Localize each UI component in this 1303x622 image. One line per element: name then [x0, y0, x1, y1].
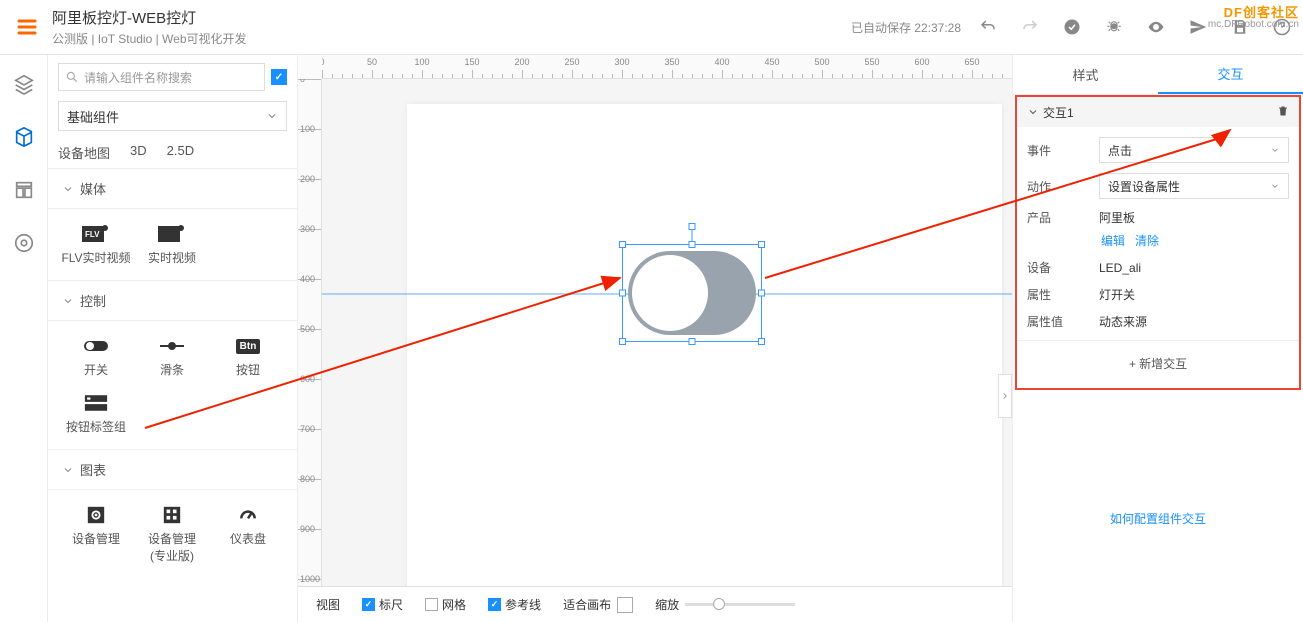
attr-value: 灯开关 [1099, 286, 1289, 303]
component-switch[interactable]: 开关 [58, 331, 134, 378]
clear-link[interactable]: 清除 [1135, 234, 1159, 248]
action-label: 动作 [1027, 178, 1099, 195]
preview-button[interactable] [1147, 18, 1165, 36]
component-dev-mgmt[interactable]: 设备管理 [58, 500, 134, 564]
page-title: 阿里板控灯-WEB控灯 [52, 7, 247, 28]
search-placeholder: 请输入组件名称搜索 [84, 69, 192, 86]
fit-canvas[interactable]: 适合画布 [563, 596, 611, 613]
attr-label: 属性 [1027, 286, 1099, 303]
button-icon: Btn [210, 331, 286, 361]
dev-mgmt-pro-icon [134, 500, 210, 530]
chevron-down-icon [1027, 106, 1039, 118]
event-label: 事件 [1027, 142, 1099, 159]
interaction-panel: 交互1 事件 点击 动作 设置设备属性 产品 阿里板 编辑清除 设备 LED_a… [1015, 95, 1301, 390]
redo-button[interactable] [1021, 18, 1039, 36]
resize-handle[interactable] [758, 241, 765, 248]
component-category-select[interactable]: 基础组件 [58, 101, 287, 131]
rail-layers-icon[interactable] [13, 73, 35, 98]
horizontal-ruler: 0501001502002503003504004505005506006507… [322, 55, 1012, 79]
device-value: LED_ali [1099, 261, 1289, 275]
category-label: 基础组件 [67, 107, 119, 126]
switch-icon [58, 331, 134, 361]
component-search-input[interactable]: 请输入组件名称搜索 [58, 63, 265, 91]
chevron-down-icon [62, 183, 74, 195]
search-icon [65, 70, 79, 84]
chevron-down-icon [62, 464, 74, 476]
resize-handle[interactable] [758, 290, 765, 297]
category-chart[interactable]: 图表 [48, 449, 297, 490]
component-button[interactable]: Btn 按钮 [210, 331, 286, 378]
resize-handle[interactable] [758, 338, 765, 345]
attrv-label: 属性值 [1027, 313, 1099, 330]
check-button[interactable] [1063, 18, 1081, 36]
category-media[interactable]: 媒体 [48, 168, 297, 209]
collapse-right-panel[interactable] [998, 374, 1012, 418]
view-mode-map[interactable]: 设备地图 [58, 143, 110, 162]
help-link[interactable]: 如何配置组件交互 [1013, 510, 1303, 527]
interaction-header[interactable]: 交互1 [1017, 97, 1299, 127]
event-select[interactable]: 点击 [1099, 137, 1289, 163]
toggle-ruler[interactable]: ✓标尺 [362, 596, 403, 613]
resize-handle[interactable] [619, 290, 626, 297]
add-interaction[interactable]: + 新增交互 [1017, 340, 1299, 378]
attrv-value: 动态来源 [1099, 313, 1289, 330]
rail-structure-icon[interactable] [13, 179, 35, 204]
view-mode-25d[interactable]: 2.5D [167, 143, 194, 162]
selection-box[interactable] [622, 244, 762, 342]
flv-video-icon: FLV [58, 219, 134, 249]
watermark: DF创客社区 mc.DFRobot.com.cn [1208, 2, 1299, 30]
tab-style[interactable]: 样式 [1013, 55, 1158, 94]
edit-link[interactable]: 编辑 [1101, 234, 1125, 248]
gauge-icon [210, 500, 286, 530]
device-label: 设备 [1027, 259, 1099, 276]
delete-interaction-icon[interactable] [1277, 105, 1289, 120]
category-control[interactable]: 控制 [48, 280, 297, 321]
vertical-ruler: 010020030040050060070080090010001100 [298, 79, 322, 586]
breadcrumb: 公测版 | IoT Studio | Web可视化开发 [52, 30, 247, 47]
zoom-slider[interactable] [685, 603, 795, 606]
undo-button[interactable] [979, 18, 997, 36]
resize-handle[interactable] [619, 338, 626, 345]
resize-handle[interactable] [619, 241, 626, 248]
toggle-grid[interactable]: 网格 [425, 596, 466, 613]
product-label: 产品 [1027, 209, 1099, 226]
autosave-status: 已自动保存 22:37:28 [851, 19, 961, 36]
bug-button[interactable] [1105, 18, 1123, 36]
action-select[interactable]: 设置设备属性 [1099, 173, 1289, 199]
rail-components-icon[interactable] [13, 126, 35, 151]
rotate-handle[interactable] [689, 223, 696, 230]
fit-icon[interactable] [617, 597, 633, 613]
component-dev-mgmt-pro[interactable]: 设备管理 (专业版) [134, 500, 210, 564]
product-value: 阿里板 [1099, 209, 1289, 226]
component-slider[interactable]: 滑条 [134, 331, 210, 378]
send-button[interactable] [1189, 18, 1207, 36]
chevron-down-icon [266, 110, 278, 122]
chevron-down-icon [62, 295, 74, 307]
component-gauge[interactable]: 仪表盘 [210, 500, 286, 564]
svg-text:FLV: FLV [85, 230, 100, 239]
tab-interaction[interactable]: 交互 [1158, 55, 1303, 94]
viewbar-label: 视图 [316, 596, 340, 613]
zoom-label: 缩放 [655, 596, 679, 613]
slider-icon [134, 331, 210, 361]
button-group-icon [58, 388, 134, 418]
component-button-group[interactable]: 按钮标签组 [58, 388, 134, 435]
dev-mgmt-icon [58, 500, 134, 530]
menu-button[interactable] [6, 15, 48, 39]
artboard[interactable] [407, 104, 1002, 586]
live-video-icon [134, 219, 210, 249]
view-mode-3d[interactable]: 3D [130, 143, 147, 162]
component-live-video[interactable]: 实时视频 [134, 219, 210, 266]
toggle-guides[interactable]: ✓参考线 [488, 596, 541, 613]
resize-handle[interactable] [689, 338, 696, 345]
search-filter-checkbox[interactable]: ✓ [271, 69, 287, 85]
resize-handle[interactable] [689, 241, 696, 248]
component-flv-video[interactable]: FLV FLV实时视频 [58, 219, 134, 266]
rail-settings-icon[interactable] [13, 232, 35, 257]
